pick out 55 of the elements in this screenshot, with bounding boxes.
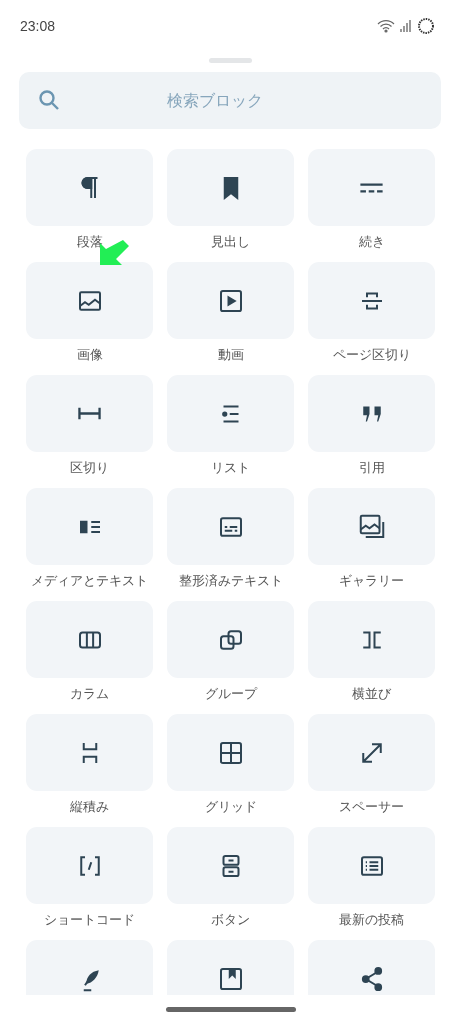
block-label: 整形済みテキスト	[178, 573, 283, 590]
block-tile[interactable]	[308, 940, 435, 995]
block-tile[interactable]	[26, 149, 153, 226]
block-tile[interactable]	[308, 262, 435, 339]
block-tile[interactable]	[26, 714, 153, 791]
block-label: 続き	[358, 234, 385, 251]
signal-icon	[399, 19, 413, 33]
block-label: スペーサー	[339, 799, 404, 816]
block-tile[interactable]	[26, 488, 153, 565]
separator-icon	[78, 407, 101, 420]
block-tile[interactable]	[308, 601, 435, 678]
block-label: グリッド	[204, 799, 257, 816]
block-label: グループ	[204, 686, 257, 703]
block-label: 動画	[217, 347, 244, 364]
block-tile[interactable]	[167, 262, 294, 339]
block-label: 段落	[76, 234, 103, 251]
block-tile[interactable]	[26, 375, 153, 452]
loading-ring-icon	[417, 17, 435, 35]
drag-handle[interactable]	[209, 58, 252, 63]
home-indicator[interactable]	[165, 1007, 296, 1012]
block-tile[interactable]	[308, 375, 435, 452]
block-label: 画像	[76, 347, 103, 364]
block-label: ボタン	[211, 912, 250, 929]
block-label: 横並び	[352, 686, 391, 703]
clock-time: 23:08	[20, 18, 56, 34]
block-tile[interactable]	[167, 827, 294, 904]
block-label: 引用	[358, 460, 385, 477]
block-label: メディアとテキスト	[31, 573, 148, 590]
block-tile[interactable]	[26, 601, 153, 678]
block-label: ギャラリー	[339, 573, 404, 590]
block-tile[interactable]	[308, 149, 435, 226]
block-label: 区切り	[70, 460, 109, 477]
block-label: 最新の投稿	[339, 912, 404, 929]
block-tile[interactable]	[167, 375, 294, 452]
block-label: カラム	[70, 686, 109, 703]
block-label: 縦積み	[70, 799, 109, 816]
block-label: ページ区切り	[332, 347, 411, 364]
wifi-icon	[377, 19, 395, 33]
block-tile[interactable]	[26, 940, 153, 995]
block-tile[interactable]	[308, 488, 435, 565]
block-tile[interactable]	[308, 714, 435, 791]
block-label: 見出し	[211, 234, 250, 251]
block-label: リスト	[211, 460, 250, 477]
block-tile[interactable]	[26, 262, 153, 339]
search-field[interactable]: 検索ブロック	[19, 72, 441, 129]
block-tile[interactable]	[167, 488, 294, 565]
block-tile[interactable]	[308, 827, 435, 904]
block-tile[interactable]	[26, 827, 153, 904]
dashed-lines-icon	[359, 182, 384, 193]
block-label: ショートコード	[44, 912, 135, 929]
block-tile[interactable]	[167, 149, 294, 226]
block-tile[interactable]	[167, 601, 294, 678]
block-tile[interactable]	[167, 940, 294, 995]
block-tile[interactable]	[167, 714, 294, 791]
search-icon	[37, 88, 61, 112]
